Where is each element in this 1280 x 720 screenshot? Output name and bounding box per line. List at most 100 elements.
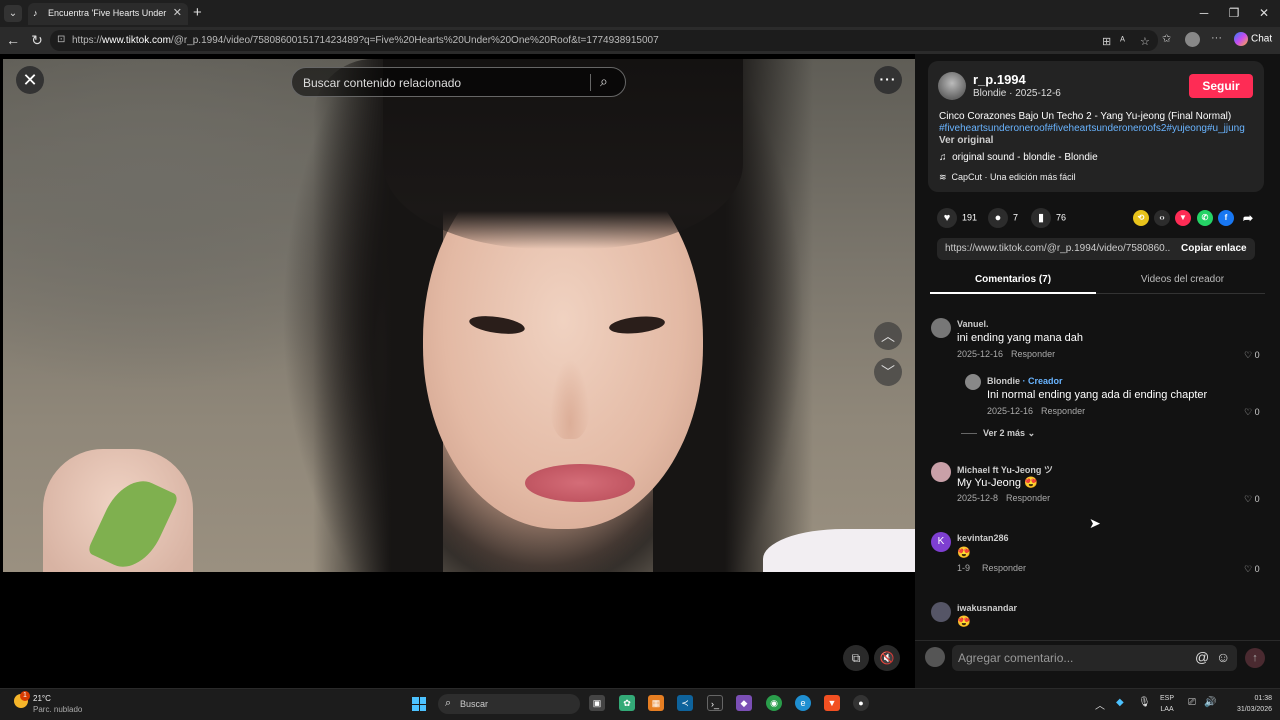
app-icon[interactable]: ●	[853, 695, 869, 711]
settings-more-icon[interactable]: ···	[1211, 32, 1222, 44]
tab-comments[interactable]: Comentarios (7)	[930, 270, 1096, 294]
reply-button[interactable]: Responder	[1041, 406, 1085, 416]
new-tab-icon[interactable]: +	[193, 4, 202, 21]
browser-tab-active[interactable]: ♪ Encuentra 'Five Hearts Under One ✕	[28, 3, 188, 25]
address-bar[interactable]: ⊡ https://www.tiktok.com/@r_p.1994/video…	[50, 30, 1158, 51]
commenter-avatar[interactable]	[931, 602, 951, 622]
language-indicator[interactable]: ESP LAA	[1160, 693, 1174, 715]
mute-icon[interactable]: 🔇	[874, 645, 900, 671]
mention-icon[interactable]: @	[1195, 649, 1209, 665]
comment-author[interactable]: Vanuel.	[957, 319, 989, 329]
chrome-icon[interactable]: ◉	[766, 695, 782, 711]
tray-app-icon[interactable]: ◆	[1116, 697, 1124, 708]
network-icon[interactable]: ⎚	[1188, 697, 1196, 708]
favorite-star-icon[interactable]: ☆	[1140, 35, 1150, 48]
reply-button[interactable]: Responder	[982, 563, 1026, 573]
related-search-placeholder: Buscar contenido relacionado	[303, 76, 462, 90]
embed-code-icon[interactable]: ‹›	[1154, 210, 1170, 226]
edge-icon[interactable]: e	[795, 695, 811, 711]
facebook-icon[interactable]: f	[1218, 210, 1234, 226]
comment-like[interactable]: ♡ 0	[1244, 407, 1260, 418]
pip-mode-icon[interactable]: ⧉	[843, 645, 869, 671]
follow-button[interactable]: Seguir	[1189, 74, 1253, 98]
app-icon[interactable]: ✿	[619, 695, 635, 711]
comment-count: 7	[1013, 212, 1019, 223]
app-icon[interactable]: ◆	[736, 695, 752, 711]
taskbar-search[interactable]: ⌕ Buscar	[438, 694, 580, 714]
notification-badge: 1	[20, 691, 30, 701]
previous-video-icon[interactable]: ︿	[874, 322, 902, 350]
back-icon[interactable]: ←	[4, 32, 22, 48]
volume-icon[interactable]: 🔊	[1204, 697, 1216, 708]
view-more-replies[interactable]: Ver 2 más ⌄	[961, 428, 1035, 439]
comment-like[interactable]: ♡ 0	[1244, 564, 1260, 575]
tab-list-dropdown-icon[interactable]: ⌄	[4, 5, 22, 22]
tray-overflow-icon[interactable]: ︿	[1095, 697, 1105, 712]
close-video-button[interactable]: ✕	[16, 66, 44, 94]
refresh-icon[interactable]: ↻	[28, 32, 46, 49]
heart-icon: ♥	[937, 208, 957, 228]
share-arrow-icon[interactable]: ➦	[1240, 210, 1256, 226]
copilot-chat-button[interactable]: Chat	[1234, 32, 1272, 46]
sound-label: original sound - blondie - Blondie	[952, 152, 1098, 163]
tab-close-icon[interactable]: ✕	[173, 6, 182, 19]
post-hashtags[interactable]: #fiveheartsunderoneroof#fiveheartsundero…	[939, 123, 1245, 134]
comment-like[interactable]: ♡ 0	[1244, 350, 1260, 361]
terminal-icon[interactable]: ›_	[707, 695, 723, 711]
comment-stat[interactable]: ● 7	[988, 208, 1018, 228]
emoji-icon[interactable]: ☺	[1216, 649, 1230, 665]
comment-input[interactable]: Agregar comentario... @ ☺	[952, 645, 1237, 671]
reply-button[interactable]: Responder	[1006, 493, 1050, 503]
commenter-avatar[interactable]	[931, 318, 951, 338]
commenter-avatar[interactable]: K	[931, 532, 951, 552]
next-video-icon[interactable]: ﹀	[874, 358, 902, 386]
copy-link-button[interactable]: Copiar enlace	[1181, 243, 1247, 254]
whatsapp-icon[interactable]: ✆	[1197, 210, 1213, 226]
comment-author[interactable]: Blondie · Creador	[987, 376, 1063, 386]
weather-widget[interactable]: 21°C Parc. nublado	[33, 693, 82, 715]
brave-icon[interactable]: ▼	[824, 695, 840, 711]
save-count: 76	[1056, 212, 1067, 223]
search-icon[interactable]: ⌕	[600, 73, 608, 90]
more-options-button[interactable]: ···	[874, 66, 902, 94]
capcut-link[interactable]: ≋ CapCut · Una edición más fácil	[939, 172, 1076, 183]
minimize-icon[interactable]: ─	[1194, 6, 1214, 20]
app-available-icon[interactable]: ⊞	[1102, 35, 1111, 48]
windows-start-icon[interactable]	[412, 697, 426, 711]
share-link-url[interactable]: https://www.tiktok.com/@r_p.1994/video/7…	[945, 243, 1170, 254]
tab-creator-videos[interactable]: Videos del creador	[1100, 270, 1265, 294]
creator-username[interactable]: r_p.1994	[973, 72, 1026, 87]
commenter-avatar[interactable]	[931, 462, 951, 482]
comment-meta: 2025-12-8 Responder	[957, 493, 1050, 503]
comment-author[interactable]: Michael ft Yu-Jeong ツ	[957, 463, 1053, 476]
vscode-icon[interactable]: ≺	[677, 695, 693, 711]
send-comment-button[interactable]: ↑	[1245, 648, 1265, 668]
related-search-input[interactable]: Buscar contenido relacionado ⌕	[291, 67, 626, 97]
clock[interactable]: 01:38 31/03/2026	[1230, 693, 1272, 715]
app-icon[interactable]: ▦	[648, 695, 664, 711]
commenter-avatar[interactable]	[965, 374, 981, 390]
restore-icon[interactable]: ❐	[1224, 6, 1244, 20]
microphone-icon[interactable]: 🎙	[1138, 697, 1151, 708]
video-frame[interactable]	[3, 59, 915, 572]
repost-icon[interactable]: ⟲	[1133, 210, 1149, 226]
creator-avatar[interactable]	[938, 72, 966, 100]
window-close-icon[interactable]: ✕	[1254, 6, 1274, 20]
reply-button[interactable]: Responder	[1011, 349, 1055, 359]
comment-author[interactable]: kevintan286	[957, 533, 1009, 543]
translate-icon[interactable]: ᴬ	[1120, 35, 1125, 47]
address-url: https://www.tiktok.com/@r_p.1994/video/7…	[72, 35, 659, 46]
like-stat[interactable]: ♥ 191	[937, 208, 977, 228]
sound-link[interactable]: ♫ original sound - blondie - Blondie	[939, 152, 1098, 163]
divider-line	[961, 433, 977, 435]
comment-like[interactable]: ♡ 0	[1244, 494, 1260, 505]
favorites-icon[interactable]: ✩	[1162, 32, 1171, 45]
task-view-icon[interactable]: ▣	[589, 695, 605, 711]
comment-date: 2025-12-16	[987, 406, 1034, 416]
site-info-icon[interactable]: ⊡	[57, 34, 65, 45]
profile-avatar-icon[interactable]	[1185, 32, 1200, 47]
save-stat[interactable]: ▮ 76	[1031, 208, 1066, 228]
see-original-link[interactable]: Ver original	[939, 135, 993, 146]
send-to-friends-icon[interactable]: ▼	[1175, 210, 1191, 226]
comment-author[interactable]: iwakusnandar	[957, 603, 1017, 613]
